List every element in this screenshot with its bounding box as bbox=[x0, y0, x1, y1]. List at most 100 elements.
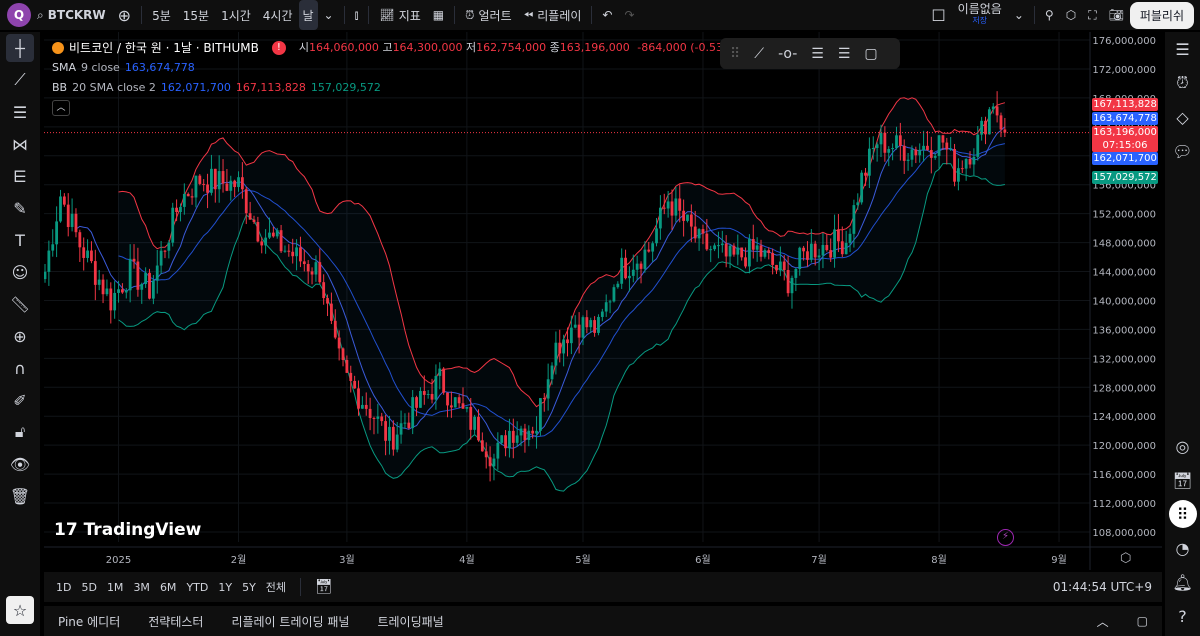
horizontal-ray-icon[interactable]: -o- bbox=[778, 46, 797, 62]
candle bbox=[767, 250, 771, 254]
text-tool[interactable]: T bbox=[6, 226, 34, 254]
symbol-title[interactable]: 비트코인 / 한국 원 · 1날 · BITHUMB bbox=[69, 38, 259, 58]
candle bbox=[449, 405, 453, 408]
redo-button[interactable]: ↷ bbox=[618, 0, 640, 30]
range-5y[interactable]: 5Y bbox=[242, 581, 256, 594]
interval-1d[interactable]: 날 bbox=[298, 0, 318, 30]
calendar-button[interactable]: 📅︎ bbox=[1169, 466, 1197, 494]
trendline-tool[interactable]: ⟋ bbox=[6, 66, 34, 94]
maximize-panel-icon[interactable]: ▢ bbox=[1137, 614, 1148, 628]
tab-trading-panel[interactable]: 트레이딩패널 bbox=[377, 613, 443, 630]
range-1y[interactable]: 1Y bbox=[218, 581, 232, 594]
lock-drawings-tool[interactable]: 🔓︎ bbox=[6, 418, 34, 446]
range-1m[interactable]: 1M bbox=[107, 581, 124, 594]
zoom-tool[interactable]: ⊕ bbox=[6, 322, 34, 350]
indicators-button[interactable]: 📈︎ 지표 bbox=[373, 0, 426, 30]
remove-drawings-tool[interactable]: 🗑︎ bbox=[6, 482, 34, 510]
candle bbox=[109, 288, 113, 311]
streams-button[interactable]: ◔ bbox=[1169, 534, 1197, 562]
range-3m[interactable]: 3M bbox=[133, 581, 150, 594]
fib-channel-icon[interactable]: ☰ bbox=[838, 46, 851, 62]
range-ytd[interactable]: YTD bbox=[186, 581, 208, 594]
publish-button[interactable]: 퍼블리쉬 bbox=[1129, 1, 1194, 29]
measure-tool[interactable]: 📏︎ bbox=[6, 290, 34, 318]
candle bbox=[198, 175, 202, 184]
user-avatar[interactable]: Q bbox=[7, 3, 31, 27]
range-1d[interactable]: 1D bbox=[56, 581, 71, 594]
sma-legend[interactable]: SMA 9 close 163,674,778 bbox=[52, 58, 738, 78]
chart-type-button[interactable]: ⫾ bbox=[349, 0, 365, 30]
hotlists-button[interactable]: ◎ bbox=[1169, 432, 1197, 460]
range-6m[interactable]: 6M bbox=[160, 581, 177, 594]
sma-params: 9 close bbox=[81, 61, 120, 74]
stay-drawing-tool[interactable]: ✐ bbox=[6, 386, 34, 414]
alerts-button[interactable]: ⏰︎ bbox=[1169, 69, 1197, 97]
lightning-event-icon[interactable]: ⚡︎ bbox=[997, 529, 1014, 546]
fullscreen-button[interactable]: ⛶ bbox=[1082, 0, 1102, 30]
candle bbox=[306, 264, 310, 272]
candle bbox=[469, 406, 473, 430]
magnet-tool[interactable]: ∩ bbox=[6, 354, 34, 382]
products-button[interactable]: ⠿ bbox=[1168, 500, 1197, 528]
range-all[interactable]: 전체 bbox=[266, 579, 286, 595]
interval-15m[interactable]: 15분 bbox=[177, 0, 215, 30]
snapshot-button[interactable]: 📷︎ bbox=[1103, 0, 1130, 30]
collapse-legend-button[interactable]: ︿ bbox=[52, 100, 70, 116]
candle bbox=[318, 262, 322, 283]
interval-dropdown[interactable]: ⌄ bbox=[318, 0, 340, 30]
crosshair-tool[interactable]: ┼ bbox=[6, 34, 34, 62]
candle bbox=[701, 229, 705, 234]
axis-settings-icon[interactable]: ⬡ bbox=[1120, 551, 1131, 566]
candle bbox=[813, 243, 817, 258]
prediction-tool[interactable]: ⋿ bbox=[6, 162, 34, 190]
hide-drawings-tool[interactable]: 👁︎ bbox=[6, 450, 34, 478]
tab-strategy-tester[interactable]: 전략테스터 bbox=[148, 613, 203, 630]
watchlist-button[interactable]: ☰ bbox=[1169, 35, 1197, 63]
pattern-tool[interactable]: ⋈ bbox=[6, 130, 34, 158]
tab-replay-trading[interactable]: 리플레이 트레이딩 패널 bbox=[231, 613, 349, 630]
emoji-tool[interactable]: ☺ bbox=[6, 258, 34, 286]
layout-name-dropdown[interactable]: 이름없음 저장 bbox=[952, 0, 1008, 30]
replay-button[interactable]: ⏪︎ 리플레이 bbox=[518, 0, 588, 30]
candle bbox=[527, 430, 531, 441]
alert-icon[interactable]: ! bbox=[271, 41, 286, 55]
candle bbox=[709, 249, 713, 251]
goto-date-icon[interactable]: 📅︎ bbox=[315, 579, 333, 595]
fib-tool[interactable]: ☰ bbox=[6, 98, 34, 126]
candle bbox=[271, 232, 275, 237]
notifications-button[interactable]: 🔔︎ bbox=[1169, 568, 1197, 596]
candle bbox=[302, 261, 306, 265]
tab-pine-editor[interactable]: Pine 에디터 bbox=[58, 613, 120, 630]
templates-button[interactable]: ▦ bbox=[427, 0, 450, 30]
parallel-channel-icon[interactable]: ☰ bbox=[811, 46, 824, 62]
symbol-search[interactable]: ⌕ BTCKRW bbox=[31, 0, 112, 30]
favorites-button[interactable]: ☆ bbox=[6, 596, 34, 624]
chats-button[interactable]: 💬︎ bbox=[1169, 137, 1197, 165]
bitcoin-logo-icon bbox=[52, 42, 64, 54]
layout-button[interactable]: ☐ bbox=[925, 0, 951, 30]
chevron-up-icon[interactable]: ︿ bbox=[1097, 613, 1109, 630]
interval-4h[interactable]: 4시간 bbox=[257, 0, 299, 30]
candle bbox=[941, 135, 945, 143]
tradingview-watermark[interactable]: 𝟭𝟳 TradingView bbox=[54, 520, 201, 540]
candle bbox=[484, 451, 488, 458]
object-tree-button[interactable]: ◇ bbox=[1169, 103, 1197, 131]
interval-5m[interactable]: 5분 bbox=[146, 0, 177, 30]
bb-legend[interactable]: BB 20 SMA close 2 162,071,700 167,113,828 15… bbox=[52, 78, 738, 98]
range-5d[interactable]: 5D bbox=[81, 581, 96, 594]
clock[interactable]: 01:44:54 UTC+9 bbox=[1053, 580, 1152, 594]
layout-chevron[interactable]: ⌄ bbox=[1008, 0, 1030, 30]
trendline-icon[interactable]: ⟋ bbox=[754, 46, 764, 62]
x-tick-label: 8월 bbox=[931, 554, 947, 566]
quick-search-button[interactable]: ⚲ bbox=[1039, 0, 1060, 30]
undo-button[interactable]: ↶ bbox=[596, 0, 618, 30]
brush-tool[interactable]: ✎ bbox=[6, 194, 34, 222]
rectangle-icon[interactable]: ▢ bbox=[864, 46, 877, 62]
candle bbox=[136, 261, 140, 290]
settings-button[interactable]: ⬡ bbox=[1060, 0, 1082, 30]
drag-handle-icon[interactable]: ⠿ bbox=[730, 46, 740, 62]
compare-symbol-button[interactable]: ⊕ bbox=[112, 0, 137, 30]
help-button[interactable]: ? bbox=[1169, 602, 1197, 630]
alert-button[interactable]: ⏰︎ 얼러트 bbox=[459, 0, 518, 30]
interval-1h[interactable]: 1시간 bbox=[215, 0, 257, 30]
